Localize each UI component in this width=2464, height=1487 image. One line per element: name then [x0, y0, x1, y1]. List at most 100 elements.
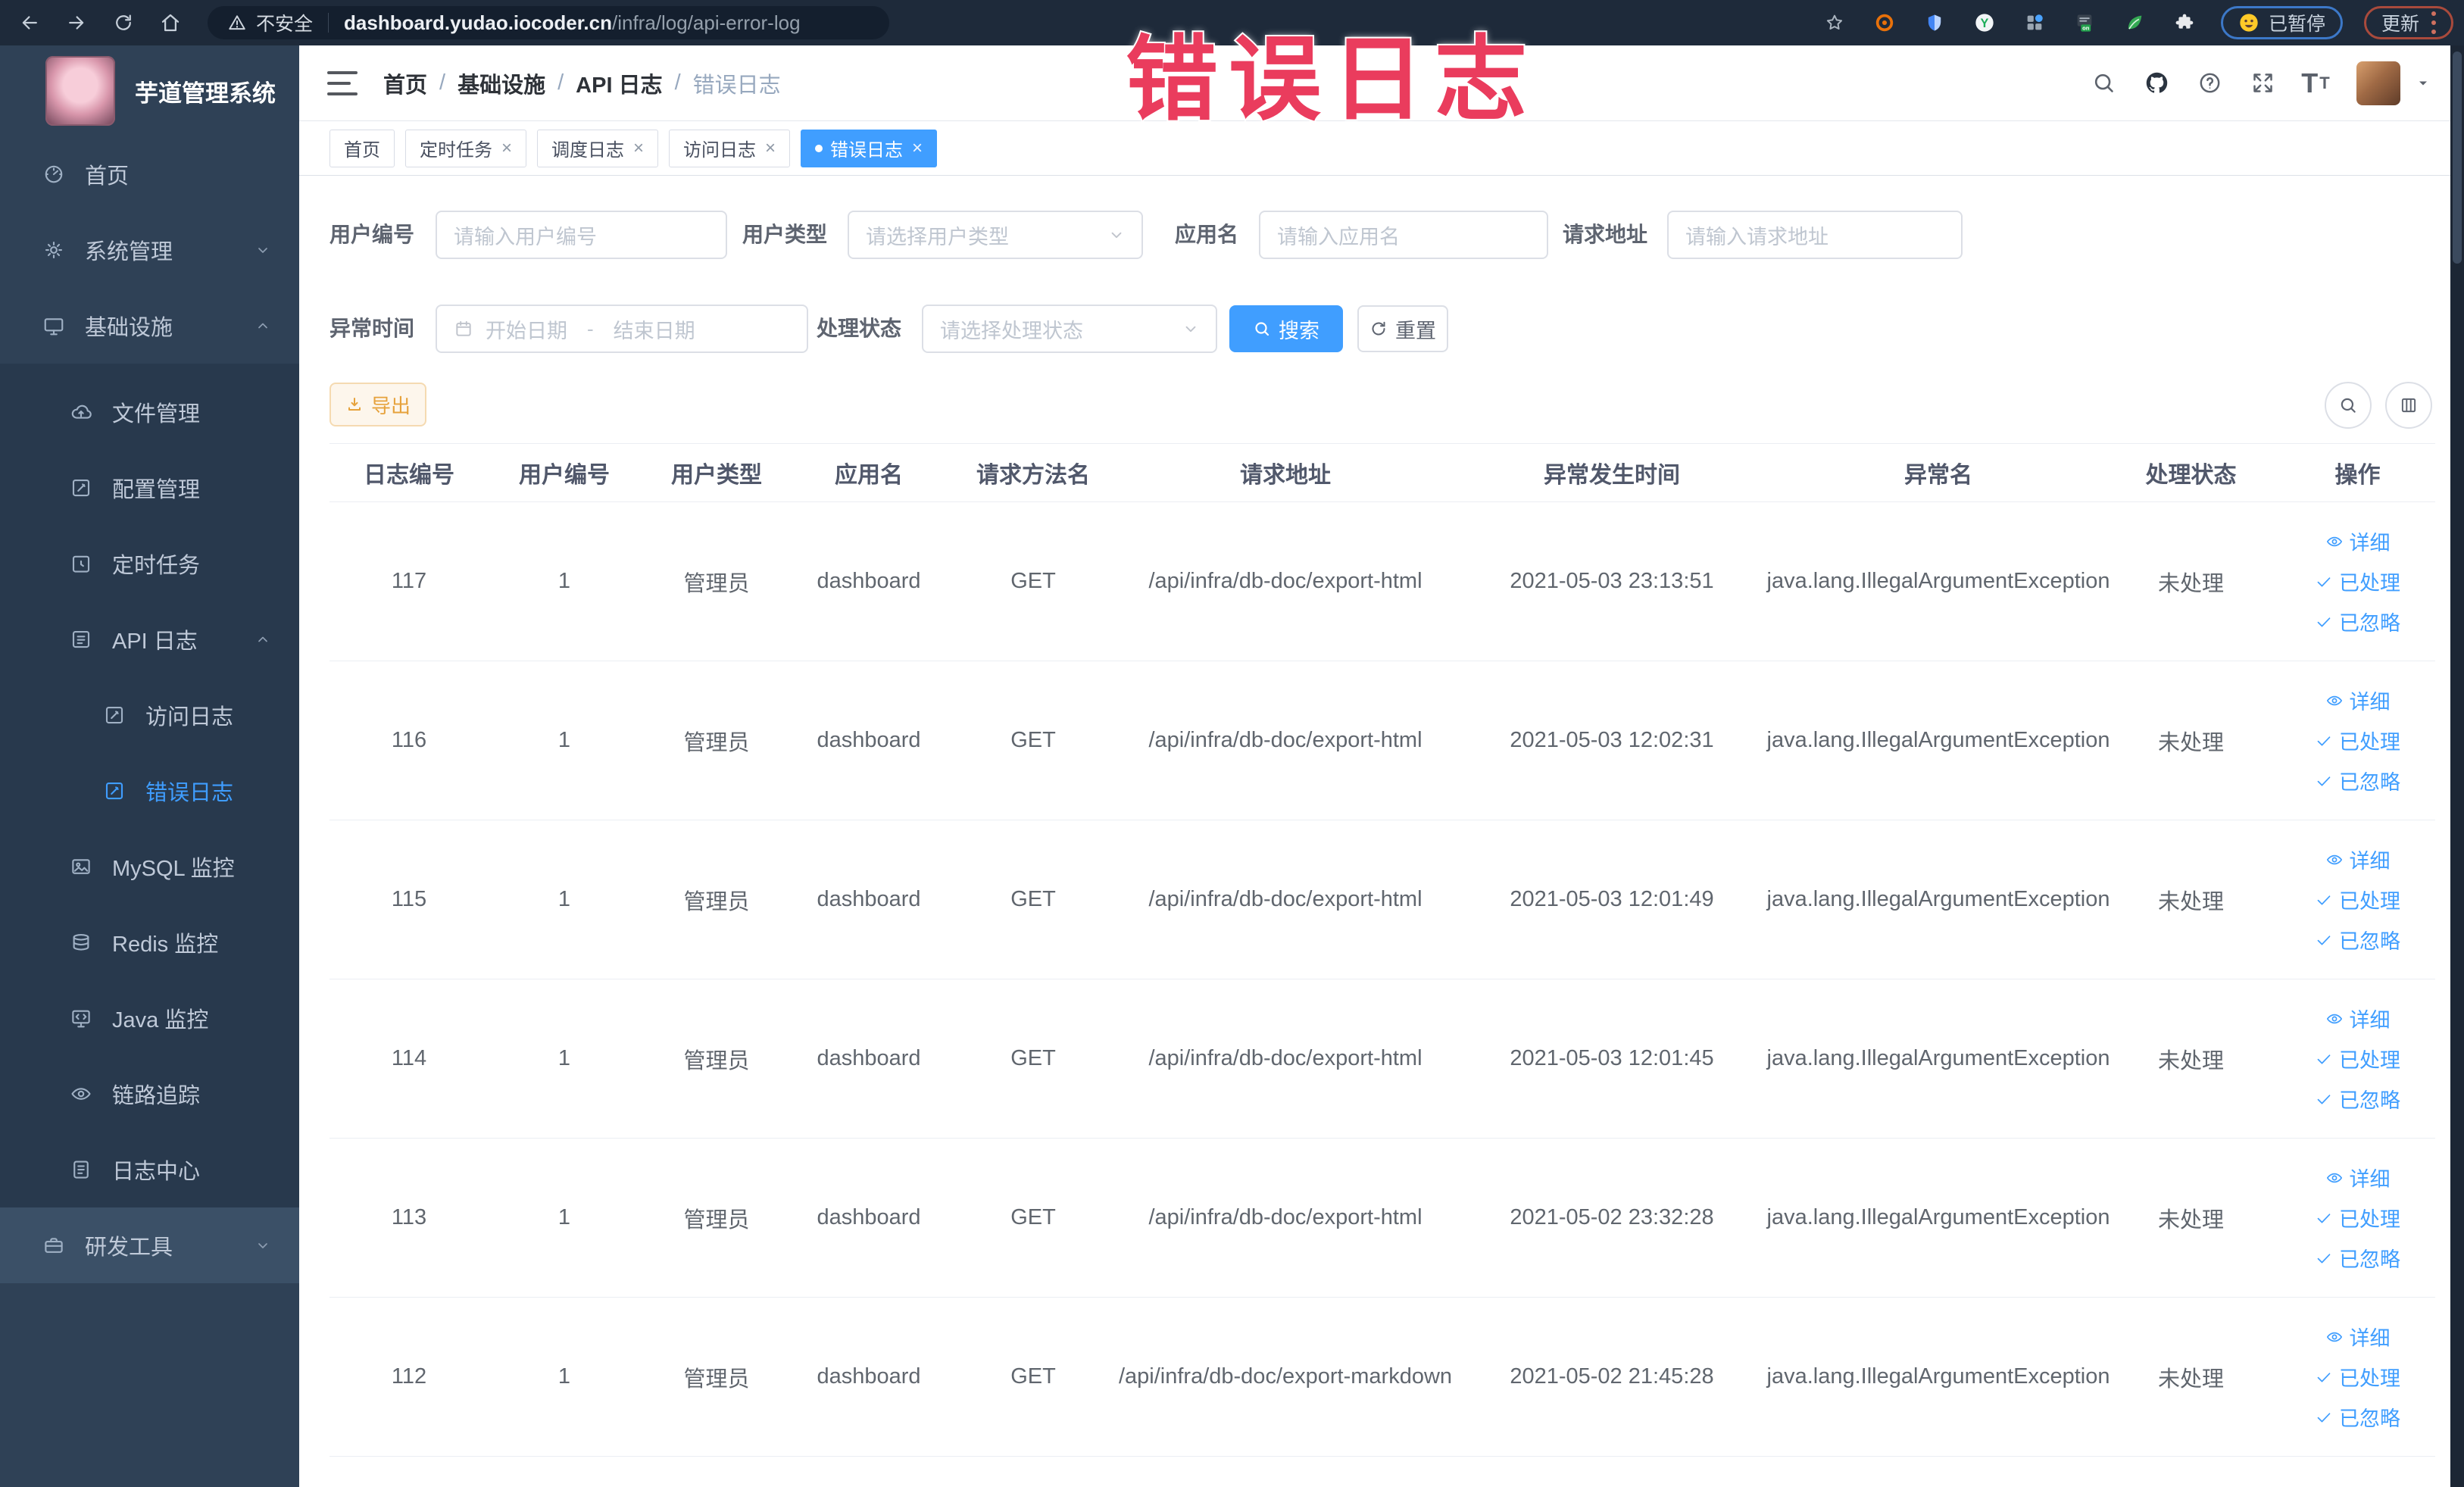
action-1-link[interactable]: 已处理 [2315, 1362, 2400, 1392]
extensions-puzzle-icon[interactable] [2169, 8, 2200, 38]
avatar-caret-icon[interactable] [2416, 76, 2431, 91]
sidebar-item-7[interactable]: 访问日志 [0, 677, 299, 753]
user-type-cell: 管理员 [683, 1367, 750, 1392]
action-2-link[interactable]: 已忽略 [2315, 1084, 2400, 1114]
extension-grid-icon[interactable] [2019, 8, 2050, 38]
request-url-input[interactable]: 请输入请求地址 [1667, 211, 1963, 259]
tag-3[interactable]: 访问日志 × [669, 129, 791, 167]
home-icon [161, 14, 180, 32]
close-icon[interactable]: × [633, 139, 644, 158]
breadcrumb-item-0[interactable]: 首页 [383, 67, 427, 99]
file-icon [70, 401, 92, 423]
bookmark-star-icon[interactable] [1819, 8, 1850, 38]
action-1-link[interactable]: 已处理 [2315, 1044, 2400, 1073]
action-0-link[interactable]: 详细 [2325, 1163, 2391, 1192]
status-cell: 未处理 [2157, 1048, 2224, 1073]
extension-leaf-icon[interactable] [2119, 8, 2150, 38]
tag-2[interactable]: 调度日志 × [537, 129, 659, 167]
end-date-placeholder: 结束日期 [613, 319, 695, 342]
sidebar-item-14[interactable]: 研发工具 [0, 1207, 299, 1283]
check-icon [2315, 573, 2339, 591]
time-cell: 2021-05-03 12:02:31 [1510, 728, 1714, 752]
exception-cell: java.lang.IllegalArgumentException [1766, 1046, 2110, 1070]
action-2-link[interactable]: 已忽略 [2315, 925, 2400, 954]
user-type-select[interactable]: 请选择用户类型 [848, 211, 1143, 259]
sidebar-item-6[interactable]: API 日志 [0, 601, 299, 677]
sidebar-item-10[interactable]: Redis 监控 [0, 904, 299, 980]
action-1-link[interactable]: 已处理 [2315, 1203, 2400, 1232]
action-0-link[interactable]: 详细 [2325, 686, 2391, 715]
extension-on-badge-icon[interactable]: on [2069, 8, 2100, 38]
user-id-input[interactable]: 请输入用户编号 [436, 211, 727, 259]
sidebar-item-9[interactable]: MySQL 监控 [0, 829, 299, 904]
start-date-placeholder: 开始日期 [486, 319, 567, 342]
calendar-icon [454, 319, 473, 339]
tag-1[interactable]: 定时任务 × [405, 129, 527, 167]
sidebar-item-2[interactable]: 基础设施 [0, 288, 299, 364]
breadcrumb-item-2[interactable]: API 日志 [576, 67, 662, 99]
action-label: 已忽略 [2339, 930, 2400, 953]
sidebar-item-8[interactable]: 错误日志 [0, 753, 299, 829]
paused-extension-button[interactable]: 已暂停 [2220, 6, 2343, 39]
action-2-link[interactable]: 已忽略 [2315, 607, 2400, 636]
action-0-link[interactable]: 详细 [2325, 1322, 2391, 1351]
action-label: 已处理 [2339, 1208, 2400, 1231]
app-name-input[interactable]: 请输入应用名 [1259, 211, 1548, 259]
action-0-link[interactable]: 详细 [2325, 1004, 2391, 1033]
scrollbar-thumb[interactable] [2453, 52, 2462, 264]
extension-shield-icon[interactable] [1919, 8, 1950, 38]
tag-4[interactable]: 错误日志 × [801, 129, 938, 167]
avatar[interactable] [2356, 61, 2400, 105]
help-icon[interactable] [2194, 68, 2225, 98]
exception-time-range-picker[interactable]: 开始日期 - 结束日期 [436, 305, 808, 353]
browser-home-button[interactable] [153, 5, 188, 40]
close-icon[interactable]: × [912, 139, 923, 158]
column-header-0: 日志编号 [364, 463, 454, 488]
sidebar-item-11[interactable]: Java 监控 [0, 980, 299, 1056]
tag-0[interactable]: 首页 [329, 129, 395, 167]
column-settings-button[interactable] [2385, 382, 2432, 429]
browser-menu-icon[interactable] [2431, 9, 2436, 36]
action-2-link[interactable]: 已忽略 [2315, 1243, 2400, 1273]
process-status-select[interactable]: 请选择处理状态 [922, 305, 1217, 353]
browser-reload-button[interactable] [106, 5, 141, 40]
action-1-link[interactable]: 已处理 [2315, 885, 2400, 914]
action-2-link[interactable]: 已忽略 [2315, 1402, 2400, 1432]
browser-forward-button[interactable] [59, 5, 94, 40]
collapse-sidebar-icon[interactable] [327, 67, 358, 99]
extension-green-y-icon[interactable]: Y [1969, 8, 2000, 38]
browser-back-button[interactable] [12, 5, 47, 40]
sidebar-item-12[interactable]: 链路追踪 [0, 1056, 299, 1132]
action-1-link[interactable]: 已处理 [2315, 726, 2400, 755]
action-0-link[interactable]: 详细 [2325, 526, 2391, 556]
extension-orange-icon[interactable] [1869, 8, 1900, 38]
sidebar-item-4[interactable]: 配置管理 [0, 450, 299, 526]
search-button[interactable]: 搜索 [1229, 305, 1343, 352]
github-icon[interactable] [2141, 68, 2172, 98]
sidebar-item-0[interactable]: 首页 [0, 136, 299, 212]
method-cell: GET [1010, 1364, 1056, 1389]
update-browser-button[interactable]: 更新 [2363, 6, 2453, 39]
address-bar[interactable]: 不安全 dashboard.yudao.iocoder.cn/infra/log… [208, 6, 889, 39]
breadcrumb-item-1[interactable]: 基础设施 [458, 67, 545, 99]
sidebar-item-1[interactable]: 系统管理 [0, 212, 299, 288]
action-0-link[interactable]: 详细 [2325, 845, 2391, 874]
font-size-icon[interactable]: TT [2300, 67, 2331, 98]
reset-button[interactable]: 重置 [1357, 305, 1448, 352]
action-2-link[interactable]: 已忽略 [2315, 766, 2400, 795]
fullscreen-icon[interactable] [2247, 68, 2278, 98]
scrollbar[interactable] [2450, 45, 2464, 1487]
sidebar-item-5[interactable]: 定时任务 [0, 526, 299, 601]
close-icon[interactable]: × [765, 139, 776, 158]
action-1-link[interactable]: 已处理 [2315, 567, 2400, 596]
export-button[interactable]: 导出 [329, 383, 426, 426]
table-row: 117 1 管理员 dashboard GET/api/infra/db-doc/exp… [329, 502, 2435, 661]
app-logo-row[interactable]: 芋道管理系统 [0, 45, 299, 136]
close-icon[interactable]: × [501, 139, 512, 158]
toggle-search-button[interactable] [2325, 382, 2372, 429]
sidebar-item-3[interactable]: 文件管理 [0, 364, 299, 450]
sidebar-item-13[interactable]: 日志中心 [0, 1132, 299, 1207]
security-label: 不安全 [256, 14, 314, 35]
chevron-down-icon [254, 241, 272, 259]
search-icon[interactable] [2088, 68, 2119, 98]
